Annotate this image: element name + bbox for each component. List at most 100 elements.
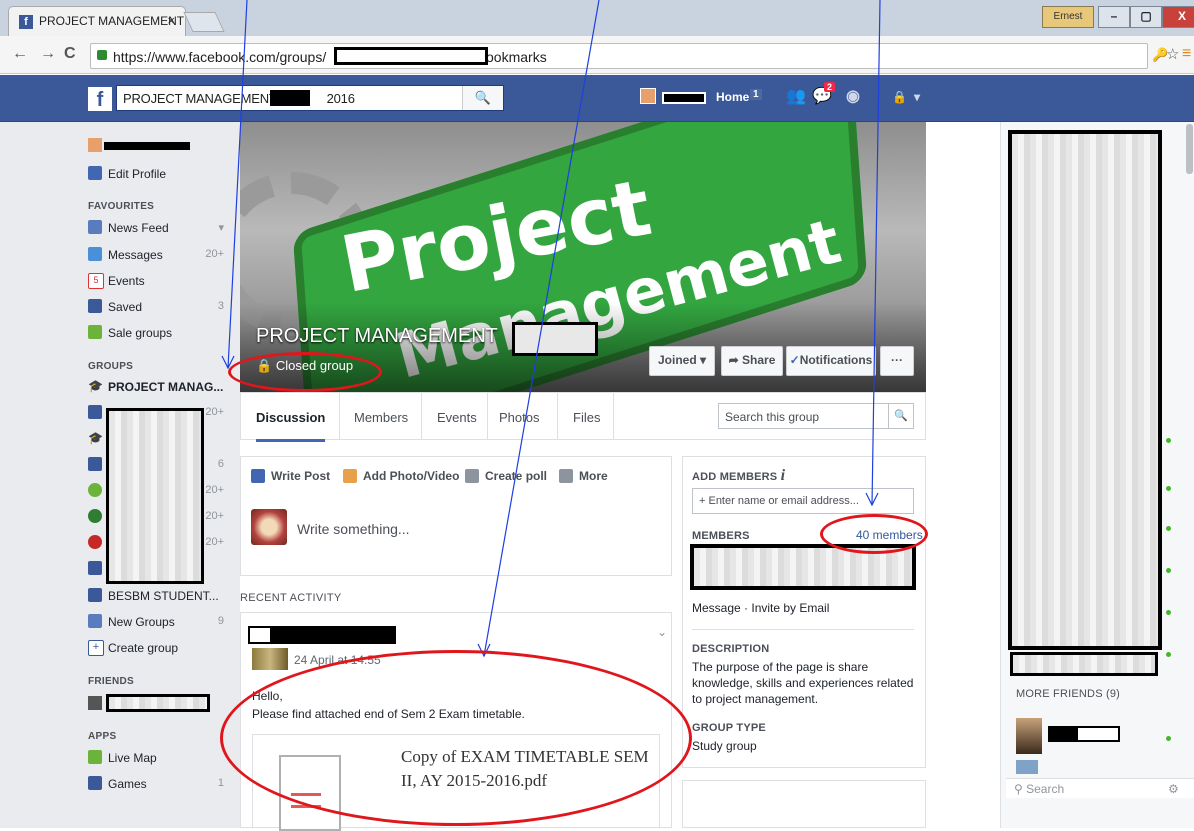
tab-events[interactable]: Events <box>437 410 477 425</box>
group-icon <box>88 405 102 419</box>
friend-requests-icon[interactable]: 👥 <box>786 86 806 106</box>
tab-discussion[interactable]: Discussion <box>256 410 326 442</box>
pencil-icon <box>251 469 265 483</box>
online-status-dot <box>1166 438 1171 443</box>
profile-avatar[interactable] <box>640 88 656 104</box>
browser-menu-icon[interactable]: ≡ <box>1182 45 1191 63</box>
more-tab[interactable]: More <box>559 469 608 483</box>
restore-button[interactable]: ▢ <box>1130 6 1162 28</box>
info-icon[interactable]: i <box>781 467 786 484</box>
add-members-input[interactable]: + Enter name or email address... <box>692 488 914 514</box>
chat-friend-avatar[interactable] <box>1016 718 1042 754</box>
apps-heading: APPS <box>88 731 117 742</box>
browser-tab[interactable]: f PROJECT MANAGEMENT × <box>8 6 186 36</box>
online-status-dot <box>1166 526 1171 531</box>
write-something-input[interactable]: Write something... <box>297 521 410 537</box>
group-network-icon <box>88 483 102 497</box>
message-invite-links[interactable]: Message · Invite by Email <box>692 600 829 616</box>
sidebar-item-saved[interactable]: Saved 3 <box>88 298 228 316</box>
minimize-button[interactable]: – <box>1098 6 1130 28</box>
post-author-avatar[interactable] <box>252 648 288 670</box>
groups-heading: GROUPS <box>88 361 134 372</box>
sidebar-item-edit-profile[interactable]: Edit Profile <box>88 165 228 183</box>
search-redaction <box>270 90 310 106</box>
messages-icon <box>88 247 102 261</box>
favourites-heading: FAVOURITES <box>88 201 155 212</box>
friends-heading: FRIENDS <box>88 676 134 687</box>
url-redaction <box>334 47 488 65</box>
sidebar-item-sale-groups[interactable]: Sale groups <box>88 324 228 342</box>
notifications-button[interactable]: ✓Notifications <box>786 346 876 376</box>
add-members-heading: ADD MEMBERS i <box>692 467 786 484</box>
poll-icon <box>465 469 479 483</box>
share-button[interactable]: ➦ Share <box>721 346 783 376</box>
friend-avatar[interactable] <box>88 696 102 710</box>
online-status-dot <box>1166 568 1171 573</box>
back-arrow-icon[interactable]: ← <box>12 45 28 63</box>
group-search-input[interactable]: Search this group 🔍 <box>718 403 914 429</box>
facebook-favicon-icon: f <box>19 15 33 29</box>
news-feed-icon <box>88 220 102 234</box>
description-heading: DESCRIPTION <box>692 643 770 655</box>
create-poll-tab[interactable]: Create poll <box>465 469 547 483</box>
chat-search-text: ⚲ Search <box>1014 782 1065 796</box>
tab-members[interactable]: Members <box>354 410 408 425</box>
graduation-cap-icon: 🎓 <box>88 379 103 393</box>
joined-button[interactable]: Joined ▾ <box>649 346 715 376</box>
share-arrow-icon: ➦ <box>728 353 743 367</box>
group-type-heading: GROUP TYPE <box>692 722 766 734</box>
reload-icon[interactable]: C <box>64 45 76 63</box>
sidebar-item-live-map[interactable]: Live Map <box>88 749 228 767</box>
pencil-icon <box>88 166 102 180</box>
write-post-tab[interactable]: Write Post <box>251 469 330 483</box>
add-photo-video-tab[interactable]: Add Photo/Video <box>343 469 459 483</box>
forward-arrow-icon[interactable]: → <box>40 45 56 63</box>
sidebar-avatar[interactable] <box>88 138 102 152</box>
post-author-redaction <box>248 626 396 644</box>
sidebar-name-redaction <box>104 142 190 150</box>
address-bar[interactable]: https://www.facebook.com/groups/bookmark… <box>90 43 1148 69</box>
online-status-dot <box>1166 610 1171 615</box>
sidebar-item-project-management-group[interactable]: 🎓 PROJECT MANAG... <box>88 378 228 396</box>
bookmark-star-icon[interactable]: ☆ <box>1166 45 1179 63</box>
search-icon[interactable]: 🔍 <box>462 86 503 110</box>
sidebar-item-messages[interactable]: Messages 20+ <box>88 246 228 264</box>
sidebar-item-new-groups[interactable]: New Groups 9 <box>88 613 228 631</box>
group-type-value: Study group <box>692 739 757 753</box>
search-icon[interactable]: 🔍 <box>888 404 913 428</box>
privacy-shortcuts-icon[interactable]: 🔒 <box>892 90 907 104</box>
tab-photos[interactable]: Photos <box>499 410 539 425</box>
sidebar-item-news-feed[interactable]: News Feed ▾ <box>88 219 228 237</box>
globe-notifications-icon[interactable]: ◉ <box>846 86 860 106</box>
group-icon <box>88 588 102 602</box>
chat-thumbnail <box>1016 760 1038 774</box>
facebook-logo[interactable]: f <box>88 87 112 111</box>
sidebar-item-games[interactable]: Games 1 <box>88 775 228 793</box>
tab-close-icon[interactable]: × <box>167 13 175 28</box>
page-scrollbar[interactable] <box>1186 124 1193 174</box>
home-count-badge: 1 <box>750 89 762 100</box>
search-icon: ⚲ <box>1014 782 1027 796</box>
tab-files[interactable]: Files <box>573 410 600 425</box>
more-dots-icon <box>559 469 573 483</box>
browser-user-badge[interactable]: Ernest <box>1042 6 1094 28</box>
annotation-circle-closed-group <box>228 352 382 392</box>
group-name[interactable]: PROJECT MANAGEMENT <box>256 325 498 348</box>
more-options-button[interactable]: ··· <box>880 346 914 376</box>
graduation-cap-icon: 🎓 <box>88 431 103 445</box>
more-friends-heading: MORE FRIENDS (9) <box>1016 688 1121 700</box>
sidebar-item-events[interactable]: 5 Events <box>88 272 228 290</box>
map-icon <box>88 750 102 764</box>
facebook-search-input[interactable]: PROJECT MANAGEMENT 2016 🔍 <box>116 85 504 111</box>
check-icon: ✓ <box>789 353 800 367</box>
close-window-button[interactable]: X <box>1162 6 1194 28</box>
online-status-dot <box>1166 736 1171 741</box>
account-menu-chevron-icon[interactable]: ▾ <box>914 90 920 104</box>
chat-search-input[interactable]: ⚲ Search ⚙ <box>1006 778 1194 798</box>
post-options-chevron-icon[interactable]: ⌄ <box>657 625 667 639</box>
annotation-circle-post <box>220 650 692 826</box>
sidebar-item-besbm-students[interactable]: BESBM STUDENT... <box>88 587 228 605</box>
chat-options-icon[interactable]: ⚙ <box>1168 782 1179 796</box>
home-link[interactable]: Home <box>716 90 749 104</box>
sidebar-item-create-group[interactable]: + Create group <box>88 639 228 657</box>
